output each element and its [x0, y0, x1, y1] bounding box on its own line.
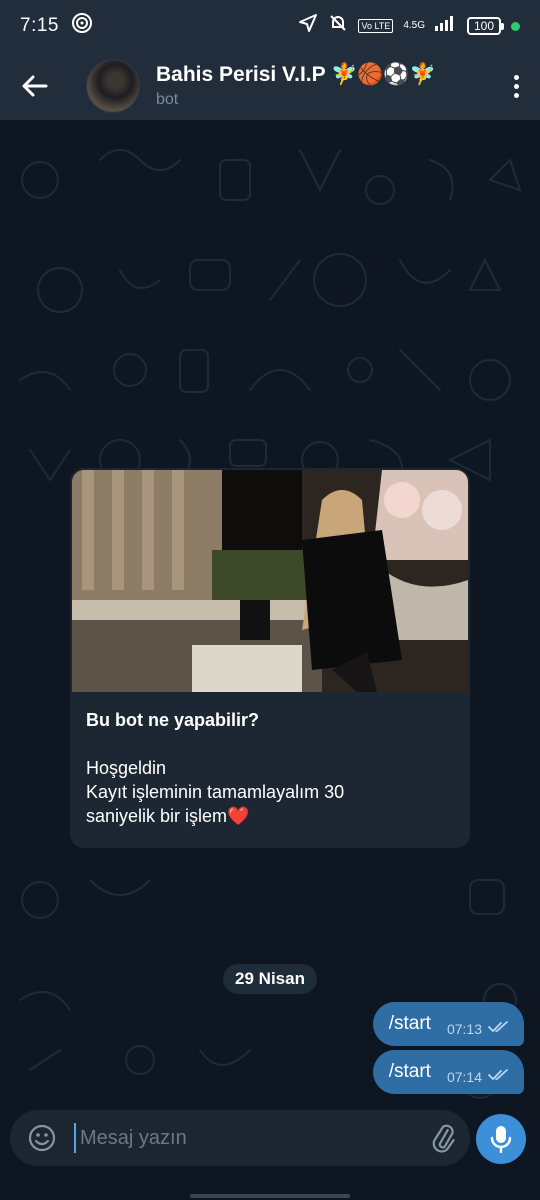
date-divider: 29 Nisan — [223, 964, 317, 994]
paperclip-icon — [432, 1124, 455, 1153]
card-body-line: saniyelik bir işlem❤️ — [86, 806, 250, 826]
hotspot-icon — [71, 12, 93, 40]
message-time: 07:13 — [446, 1021, 482, 1037]
chat-area[interactable]: Bu bot ne yapabilir? Hoşgeldin Kayıt işl… — [0, 120, 540, 1110]
card-body: Hoşgeldin Kayıt işleminin tamamlayalım 3… — [86, 756, 458, 828]
double-check-icon — [488, 1068, 510, 1086]
smiley-icon — [28, 1124, 56, 1152]
card-body-line: Kayıt işleminin tamamlayalım 30 — [86, 782, 345, 802]
dot — [513, 92, 519, 98]
message-text: /start — [388, 1061, 431, 1082]
volte-badge: Vo LTE — [358, 19, 394, 33]
chat-subtitle: bot — [156, 91, 179, 108]
card-title: Bu bot ne yapabilir? — [86, 710, 260, 730]
arrow-left-icon — [22, 75, 48, 97]
network-type: 4.5G — [403, 20, 425, 31]
home-indicator — [190, 1194, 350, 1198]
card-text: Bu bot ne yapabilir? Hoşgeldin Kayıt işl… — [86, 708, 458, 828]
chat-header: Bahis Perisi V.I.P 🧚🏀⚽🧚 bot — [0, 52, 540, 120]
dot — [513, 83, 519, 89]
card-greeting: Hoşgeldin — [86, 758, 167, 778]
signal-icon — [435, 15, 457, 37]
emoji-button[interactable] — [10, 1123, 74, 1153]
bot-info-card: Bu bot ne yapabilir? Hoşgeldin Kayıt işl… — [70, 468, 470, 848]
dot — [513, 74, 519, 80]
clock: 7:15 — [20, 15, 59, 36]
photo-illustration — [72, 470, 468, 692]
mute-icon — [328, 13, 348, 39]
double-check-icon — [488, 1020, 510, 1038]
outgoing-message[interactable]: /start 07:14 — [372, 1050, 524, 1094]
attach-button[interactable] — [416, 1123, 470, 1153]
message-text: /start — [388, 1013, 431, 1034]
avatar[interactable] — [86, 59, 140, 113]
message-input[interactable] — [74, 1123, 416, 1153]
bot-cover-photo[interactable] — [72, 470, 468, 692]
battery-level: 100 — [473, 19, 495, 33]
microphone-icon — [490, 1126, 512, 1153]
back-button[interactable] — [0, 52, 70, 120]
composer-bar — [0, 1110, 540, 1200]
outgoing-message[interactable]: /start 07:13 — [372, 1002, 524, 1046]
battery-icon: 100 — [467, 17, 504, 35]
composer — [10, 1110, 470, 1166]
location-icon — [298, 13, 318, 39]
privacy-indicator-dot — [511, 21, 520, 31]
chat-title: Bahis Perisi V.I.P 🧚🏀⚽🧚 — [156, 63, 436, 86]
message-time: 07:14 — [446, 1069, 482, 1085]
chat-info[interactable]: Bahis Perisi V.I.P 🧚🏀⚽🧚 bot — [156, 63, 436, 109]
more-options-button[interactable] — [492, 74, 540, 98]
status-bar: 7:15 Vo LTE 4.5G 100 — [0, 0, 540, 52]
voice-record-button[interactable] — [476, 1114, 526, 1164]
